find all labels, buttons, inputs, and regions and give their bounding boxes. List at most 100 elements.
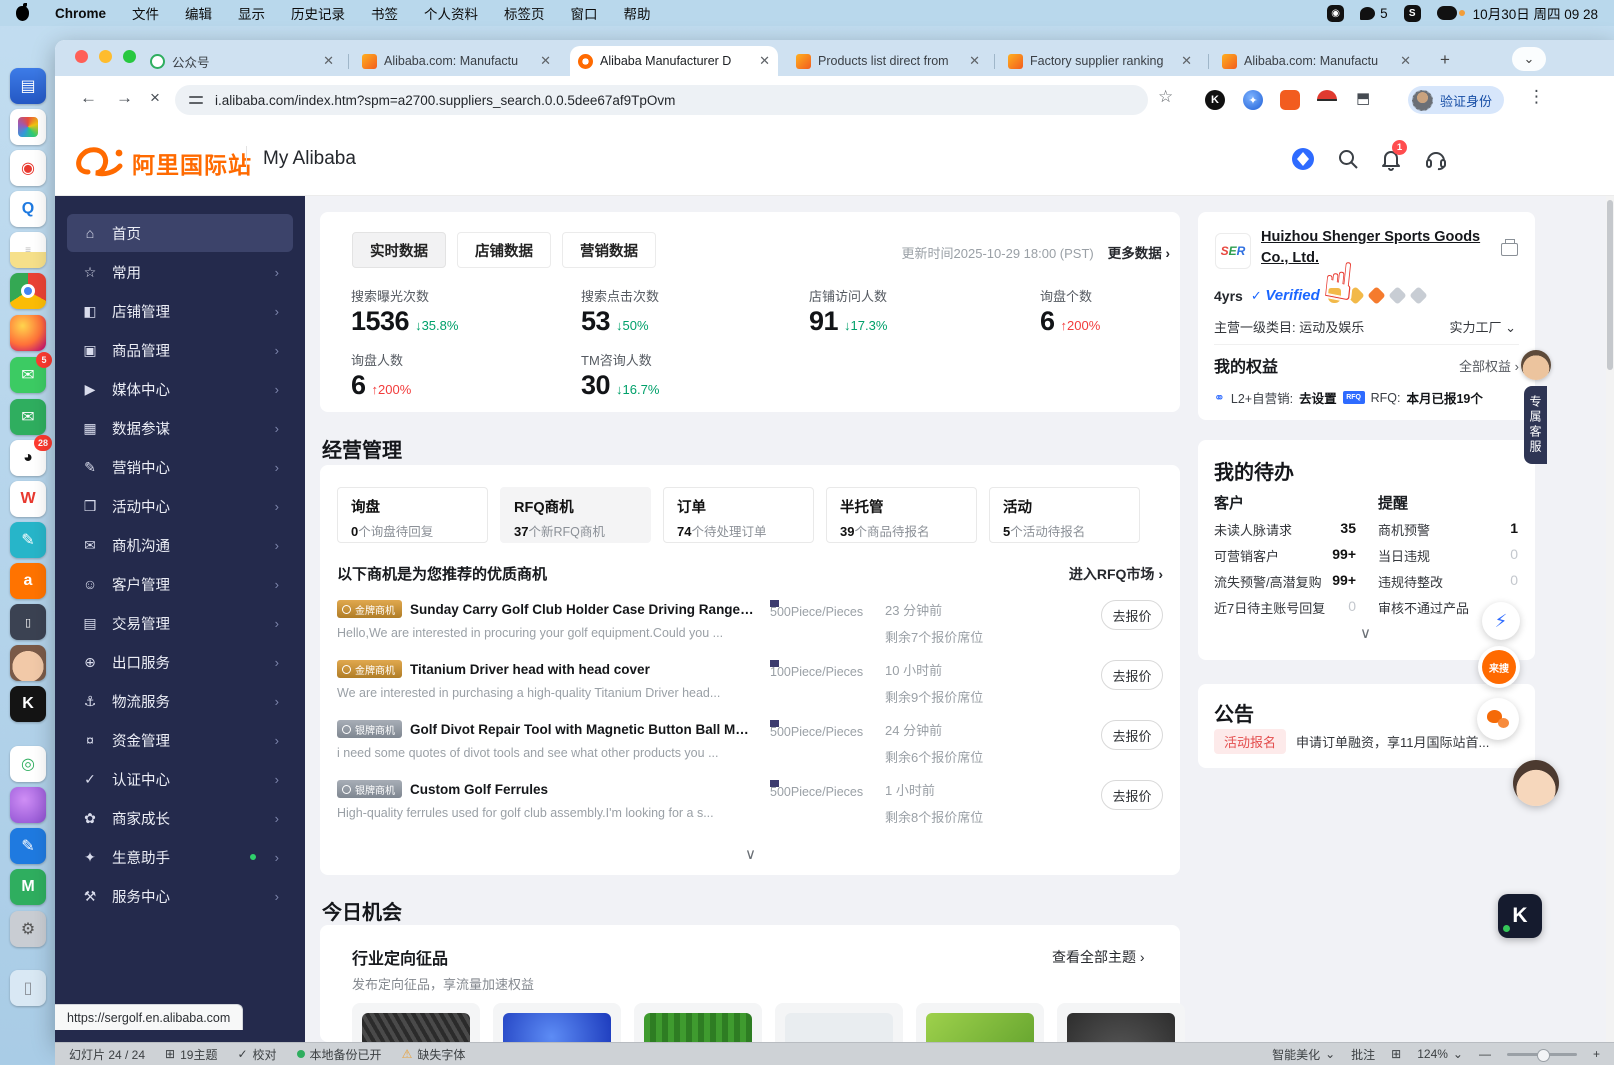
zoom-out-button[interactable]: — <box>1479 1047 1491 1061</box>
menu-profiles[interactable]: 个人资料 <box>424 3 478 23</box>
sidebar-item-media-center[interactable]: ▶ 媒体中心 › <box>67 370 293 408</box>
menubar-app-name[interactable]: Chrome <box>55 6 106 21</box>
profile-button[interactable]: 验证身份 <box>1408 86 1505 114</box>
sidebar-item-merchant-growth[interactable]: ✿ 商家成长 › <box>67 799 293 837</box>
todo-row[interactable]: 未读人脉请求 35 <box>1214 520 1356 539</box>
dedicated-service-tab[interactable]: 专属客服 <box>1524 386 1547 464</box>
sidebar-item-product-management[interactable]: ▣ 商品管理 › <box>67 331 293 369</box>
address-bar[interactable]: i.alibaba.com/index.htm?spm=a2700.suppli… <box>175 85 1148 115</box>
view-grid-icon[interactable]: ⊞ <box>1391 1047 1401 1061</box>
customer-service-avatar[interactable] <box>1521 350 1551 380</box>
w-app-icon[interactable]: W <box>10 481 46 517</box>
menu-tabs[interactable]: 标签页 <box>504 3 545 23</box>
headset-icon[interactable] <box>1424 147 1448 171</box>
rfq-title[interactable]: Titanium Driver head with head cover <box>410 662 650 677</box>
quote-button[interactable]: 去报价 <box>1101 600 1163 630</box>
scrollbar-thumb[interactable] <box>1607 200 1613 370</box>
quote-button[interactable]: 去报价 <box>1101 780 1163 810</box>
card-activities[interactable]: 活动 5个活动待报名 <box>989 487 1140 543</box>
missing-fonts-warning[interactable]: ⚠ 缺失字体 <box>402 1046 466 1063</box>
tab-close-icon[interactable]: ✕ <box>969 53 980 69</box>
expand-more-icon[interactable]: ∨ <box>1360 624 1371 642</box>
todo-row[interactable]: 可营销客户 99+ <box>1214 546 1356 565</box>
tab-alibaba-manufacturers-2[interactable]: Alibaba.com: Manufactu ✕ <box>1214 46 1419 76</box>
wechat-status-icon[interactable]: 5 <box>1360 6 1388 21</box>
sidebar-item-service-center[interactable]: ⚒ 服务中心 › <box>67 877 293 915</box>
window-zoom-button[interactable] <box>123 50 136 63</box>
notes-icon[interactable]: ≡ <box>10 232 46 268</box>
rfq-row[interactable]: 金牌商机 Sunday Carry Golf Club Holder Case D… <box>337 600 1163 656</box>
k-widget-button[interactable]: K <box>1498 894 1542 938</box>
qq-browser-icon[interactable]: Q <box>10 191 46 227</box>
tab-gongzhonghao[interactable]: 公众号 ✕ <box>142 46 342 76</box>
bookmark-star-icon[interactable]: ☆ <box>1158 87 1173 107</box>
themes-button[interactable]: ⊞ 19主题 <box>165 1046 217 1063</box>
smart-beautify-button[interactable]: 智能美化 ⌄ <box>1272 1046 1335 1063</box>
rfq-title[interactable]: Custom Golf Ferrules <box>410 782 548 797</box>
search-icon[interactable] <box>1336 147 1360 171</box>
wechat-icon[interactable]: ✉ 5 <box>10 352 52 393</box>
more-data-link[interactable]: 更多数据 › <box>1108 242 1170 262</box>
screen-record-icon[interactable]: ◉ <box>1327 4 1345 22</box>
window-minimize-button[interactable] <box>99 50 112 63</box>
back-icon[interactable]: ← <box>80 88 97 108</box>
tab-alibaba-dashboard-active[interactable]: Alibaba Manufacturer D ✕ <box>570 46 778 76</box>
apple-menu-icon[interactable] <box>16 2 29 21</box>
tab-marketing-data[interactable]: 营销数据 <box>562 232 656 268</box>
l2-setup-link[interactable]: 去设置 <box>1299 388 1337 407</box>
stop-loading-icon[interactable]: × <box>150 88 160 108</box>
sidebar-item-funds-management[interactable]: ¤ 资金管理 › <box>67 721 293 759</box>
laisou-float-button[interactable]: 来搜 <box>1478 646 1520 688</box>
launchpad-icon[interactable] <box>10 109 46 145</box>
k-app-icon[interactable]: K <box>10 686 46 722</box>
sidebar-item-business-communication[interactable]: ✉ 商机沟通 › <box>67 526 293 564</box>
tab-close-icon[interactable]: ✕ <box>1400 53 1411 69</box>
alibaba-supplier-app-icon[interactable]: a <box>10 563 46 599</box>
tab-search-chevron[interactable]: ⌄ <box>1512 47 1546 71</box>
qq-icon[interactable]: ◕ 28 <box>10 435 52 476</box>
pencil-app-icon[interactable]: ✎ <box>10 828 46 864</box>
tab-alibaba-manufacturers-1[interactable]: Alibaba.com: Manufactu ✕ <box>354 46 559 76</box>
extension-k-icon[interactable]: K <box>1205 90 1225 110</box>
menu-edit[interactable]: 编辑 <box>185 3 212 23</box>
local-backup-status[interactable]: 本地备份已开 <box>296 1046 382 1063</box>
feedback-bolt-button[interactable]: ⚡ <box>1482 602 1520 640</box>
all-benefits-link[interactable]: 全部权益 › <box>1459 356 1519 375</box>
sidebar-item-logistics-services[interactable]: ⚓ 物流服务 › <box>67 682 293 720</box>
extensions-puzzle-icon[interactable]: ⬒ <box>1356 89 1370 107</box>
tab-factory-ranking[interactable]: Factory supplier ranking ✕ <box>1000 46 1200 76</box>
trash-icon[interactable]: ▯ <box>10 970 46 1006</box>
sidebar-item-data-advisor[interactable]: ▦ 数据参谋 › <box>67 409 293 447</box>
tab-products-list[interactable]: Products list direct from ✕ <box>788 46 988 76</box>
rfq-row[interactable]: 金牌商机 Titanium Driver head with head cover… <box>337 660 1163 716</box>
screen-mirror-app-icon[interactable]: ▯ <box>10 604 46 640</box>
zoom-level[interactable]: 124% ⌄ <box>1417 1047 1463 1061</box>
todo-row[interactable]: 流失预警/高潜复购 99+ <box>1214 572 1356 591</box>
sidebar-item-home[interactable]: ⌂ 首页 <box>67 214 293 252</box>
menu-bookmarks[interactable]: 书签 <box>371 3 398 23</box>
tab-close-icon[interactable]: ✕ <box>323 53 334 69</box>
rfq-row[interactable]: 银牌商机 Golf Divot Repair Tool with Magnetic… <box>337 720 1163 776</box>
rfq-market-link[interactable]: 进入RFQ市场 › <box>1069 564 1163 584</box>
card-inquiries[interactable]: 询盘 0个询盘待回复 <box>337 487 488 543</box>
forward-icon[interactable]: → <box>116 88 133 108</box>
sidebar-item-activity-center[interactable]: ❒ 活动中心 › <box>67 487 293 525</box>
menu-help[interactable]: 帮助 <box>624 3 651 23</box>
purple-app-icon[interactable] <box>10 787 46 823</box>
sidebar-item-favorites[interactable]: ☆ 常用 › <box>67 253 293 291</box>
new-tab-button[interactable]: + <box>1440 50 1450 70</box>
todo-row[interactable]: 商机预警 1 <box>1378 520 1518 539</box>
firefox-icon[interactable] <box>10 315 46 351</box>
extension-orange-icon[interactable] <box>1280 90 1300 110</box>
browser-menu-kebab-icon[interactable]: ⋮ <box>1528 87 1545 107</box>
settings-app-icon[interactable]: ⚙ <box>10 911 46 947</box>
menubar-clock[interactable]: 10月30日 周四 09 28 <box>1473 3 1598 23</box>
m-app-icon[interactable]: M <box>10 869 46 905</box>
rfq-title[interactable]: Sunday Carry Golf Club Holder Case Drivi… <box>410 602 755 617</box>
sidebar-item-trade-management[interactable]: ▤ 交易管理 › <box>67 604 293 642</box>
card-rfq-opportunities[interactable]: RFQ商机 37个新RFQ商机 <box>500 487 651 543</box>
menu-history[interactable]: 历史记录 <box>291 3 345 23</box>
supplier-app-icon[interactable] <box>1291 147 1315 171</box>
zoom-in-button[interactable]: + <box>1593 1047 1600 1061</box>
teal-app-icon[interactable]: ✎ <box>10 522 46 558</box>
